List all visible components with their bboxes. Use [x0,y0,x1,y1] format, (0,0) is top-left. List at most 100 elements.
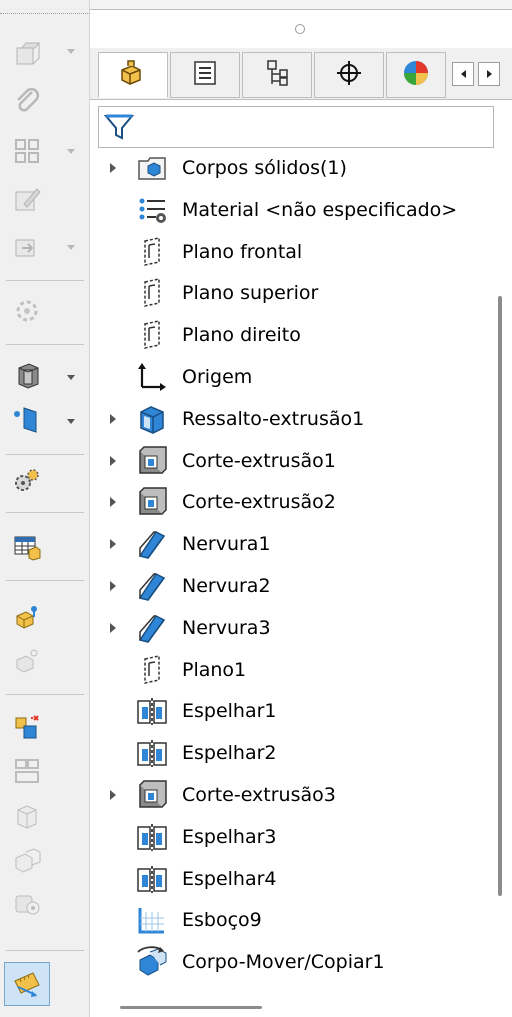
tab-property-manager[interactable] [170,52,240,98]
tree-item-label: Corte-extrusão3 [182,784,336,806]
tree-item[interactable]: Plano direito [90,315,494,355]
camera-icon[interactable] [8,884,46,922]
rebuild-icon[interactable] [8,292,46,330]
tree-item[interactable]: Corpo-Mover/Copiar1 [90,942,494,982]
tree-item[interactable]: Plano1 [90,650,494,690]
display-manager-icon [401,58,431,93]
tree-item-label: Corte-extrusão2 [182,491,336,514]
expand-arrow-icon[interactable] [108,455,118,466]
configuration-disabled-icon[interactable] [8,642,46,680]
table-icon[interactable] [8,528,46,566]
pattern-icon[interactable] [8,132,46,170]
boss-extrude-icon [136,403,168,435]
tree-item-label: Espelhar4 [182,867,277,890]
toolbar-separator [6,950,84,951]
panel-resize-grip[interactable] [295,24,305,34]
expand-arrow-icon[interactable] [108,413,118,424]
tree-item[interactable]: Plano frontal [90,232,494,272]
rib-icon [136,570,168,602]
tab-dimxpert[interactable] [314,52,384,98]
toolbar-separator [6,512,84,513]
reference-plane-menu-arrow[interactable] [64,414,78,428]
reference-plane-icon[interactable] [8,400,46,438]
tree-item-label: Corpo-Mover/Copiar1 [182,951,385,974]
feature-filter-box[interactable] [98,106,494,148]
tree-item-label: Plano frontal [182,240,303,263]
configuration-icon[interactable] [8,598,46,636]
tree-item[interactable]: Espelhar4 [90,859,494,899]
cut-extrude-icon [136,445,168,477]
tree-item[interactable]: Espelhar1 [90,691,494,731]
new-part-menu-arrow[interactable] [64,44,78,58]
split-part-icon[interactable] [8,708,46,746]
tree-item-label: Nervura1 [182,533,271,556]
tree-item[interactable]: Plano superior [90,273,494,313]
insert-part-menu-arrow[interactable] [64,240,78,254]
extrude-icon[interactable] [8,356,46,394]
tree-item[interactable]: Espelhar2 [90,733,494,773]
tree-item-label: Corte-extrusão1 [182,449,336,472]
tree-item[interactable]: Esboço9 [90,900,494,940]
gears-icon[interactable] [8,462,46,500]
tree-item-label: Espelhar2 [182,742,277,765]
expand-arrow-icon[interactable] [108,539,118,550]
plane-icon [136,277,168,309]
tree-item-label: Espelhar1 [182,700,277,723]
vertical-scrollbar[interactable] [498,296,502,896]
tree-item[interactable]: Nervura3 [90,608,494,648]
material-icon [136,194,168,226]
property-manager-icon [190,58,220,93]
tree-item-label: Plano direito [182,324,301,347]
insert-part-icon[interactable] [8,228,46,266]
new-part-icon[interactable] [8,36,46,74]
mirror-icon [136,821,168,853]
tree-item-label: Nervura3 [182,616,271,639]
expand-arrow-icon[interactable] [108,497,118,508]
assembly-icon[interactable] [8,842,46,880]
tree-item-label: Material <não especificado> [182,198,458,221]
tab-scroll-left-button[interactable] [452,62,474,86]
expand-arrow-icon[interactable] [108,790,118,800]
expand-arrow-icon[interactable] [108,622,118,633]
sketch-icon [136,904,168,936]
tree-item[interactable]: Material <não especificado> [90,190,494,230]
tree-item[interactable]: Nervura2 [90,566,494,606]
tree-item[interactable]: Origem [90,357,494,397]
tree-item[interactable]: Nervura1 [90,524,494,564]
filter-icon[interactable] [103,111,135,143]
tab-feature-manager[interactable] [98,52,168,98]
manager-tab-bar [90,48,512,100]
tree-item-label: Origem [182,366,253,388]
tree-item[interactable]: Corpos sólidos(1) [90,148,494,188]
move-copy-body-icon [136,946,168,978]
plane-icon [136,319,168,351]
toolbar-grip[interactable] [0,0,90,14]
extrude-menu-arrow[interactable] [64,370,78,384]
measure-icon[interactable] [4,962,50,1006]
toolbar-separator [6,694,84,695]
tab-configuration-manager[interactable] [242,52,312,98]
tree-item[interactable]: Corte-extrusão2 [90,482,494,522]
mirror-icon [136,863,168,895]
tree-item[interactable]: Corte-extrusão3 [90,775,494,815]
toolbar-separator [6,454,84,455]
tree-item[interactable]: Corte-extrusão1 [90,441,494,481]
weldment-icon[interactable] [8,752,46,790]
tree-item[interactable]: Ressalto-extrusão1 [90,399,494,439]
toolbar-separator [6,344,84,345]
pattern-menu-arrow[interactable] [64,144,78,158]
edit-sketch-icon[interactable] [8,180,46,218]
tree-item[interactable]: Espelhar3 [90,817,494,857]
cut-extrude-icon [136,779,168,811]
tree-item-label: Nervura2 [182,575,271,597]
tab-scroll-right-button[interactable] [478,62,500,86]
feature-manager-icon [118,58,148,93]
expand-arrow-icon[interactable] [108,581,118,591]
paperclip-icon[interactable] [8,82,46,120]
tab-display-manager[interactable] [386,52,446,98]
expand-arrow-icon[interactable] [108,163,118,173]
tree-item-label: Espelhar3 [182,825,277,848]
horizontal-scrollbar[interactable] [120,1006,262,1009]
tree-item-label: Corpos sólidos(1) [182,157,347,179]
cube-icon[interactable] [8,798,46,836]
